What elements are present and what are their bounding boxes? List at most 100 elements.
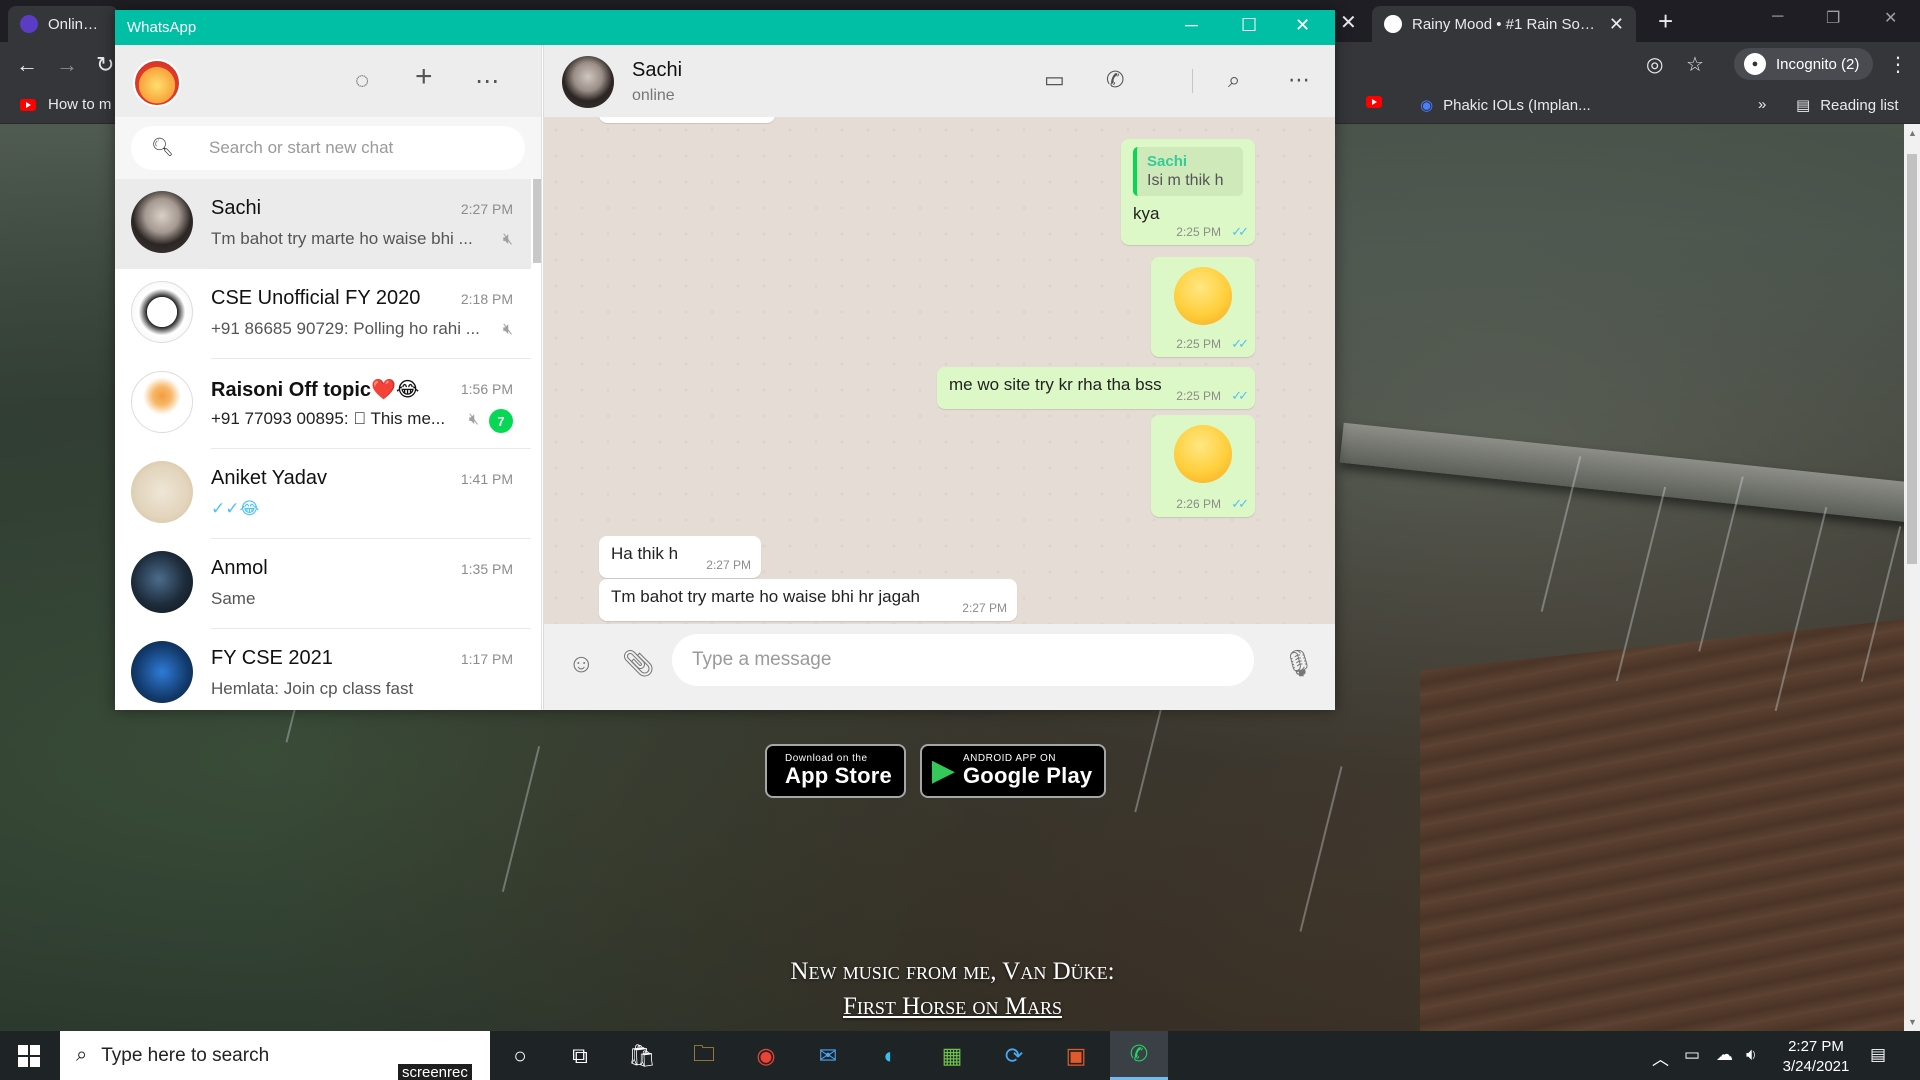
- chat-preview: Tm bahot try marte ho waise bhi ...: [211, 229, 473, 248]
- forward-arrow-icon[interactable]: →: [56, 52, 78, 78]
- mail-icon[interactable]: ✉: [810, 1038, 846, 1074]
- scroll-up-arrow-icon[interactable]: ▲: [1908, 128, 1917, 138]
- message-bubble-outgoing[interactable]: 2:25 PM ✓✓: [1151, 257, 1255, 357]
- incognito-button[interactable]: ● Incognito (2): [1734, 48, 1874, 80]
- edge-icon[interactable]: ◐: [872, 1038, 908, 1074]
- message-text: me wo site try kr rha tha bss: [949, 375, 1162, 394]
- spreadsheet-app-icon[interactable]: ▦: [934, 1038, 970, 1074]
- windows-start-icon[interactable]: [18, 1045, 40, 1067]
- minimize-icon[interactable]: ─: [1772, 8, 1783, 26]
- tab-title: Online C: [48, 15, 106, 33]
- my-profile-avatar[interactable]: [133, 59, 181, 107]
- message-area[interactable]: Sachi Isi m thik h kya 2:25 PM ✓✓ 2:25 P…: [543, 117, 1335, 624]
- search-icon: ⌕: [76, 1044, 88, 1066]
- close-tab-icon[interactable]: ✕: [1609, 14, 1624, 35]
- show-hidden-icons-icon[interactable]: ︿: [1652, 1045, 1669, 1070]
- message-time: 2:26 PM: [1176, 497, 1221, 511]
- task-view-icon[interactable]: ⧉: [562, 1038, 598, 1074]
- close-window-icon[interactable]: ✕: [1295, 15, 1310, 36]
- attach-paperclip-icon[interactable]: 📎︎: [622, 648, 655, 679]
- battery-icon[interactable]: ▭: [1684, 1045, 1700, 1065]
- promo-text: New music from me, Van Düke: First Horse…: [700, 954, 1205, 1024]
- back-arrow-icon[interactable]: ←: [16, 52, 38, 78]
- microphone-icon[interactable]: 🎙︎: [1282, 648, 1315, 679]
- chat-item-cse-unofficial[interactable]: CSE Unofficial FY 2020 2:18 PM +91 86685…: [115, 269, 531, 359]
- scrollbar-thumb[interactable]: [1907, 154, 1917, 564]
- chat-time: 1:35 PM: [460, 561, 513, 577]
- taskbar-clock[interactable]: 2:27 PM 3/24/2021: [1776, 1037, 1856, 1077]
- star-icon[interactable]: ☆: [1686, 52, 1704, 77]
- contact-avatar[interactable]: [562, 56, 614, 108]
- close-tab-icon[interactable]: ✕: [1340, 10, 1357, 35]
- chat-preview: Hemlata: Join cp class fast: [211, 679, 414, 698]
- incognito-icon: ●: [1744, 53, 1766, 75]
- new-tab-button[interactable]: +: [1658, 6, 1673, 37]
- youtube-icon: [1366, 96, 1382, 108]
- chrome-icon[interactable]: ◉: [748, 1038, 784, 1074]
- browser-tab-online-c[interactable]: Online C: [8, 6, 118, 42]
- avatar: [131, 551, 193, 613]
- chat-item-aniket-yadav[interactable]: Aniket Yadav 1:41 PM ✓✓😂: [115, 449, 531, 539]
- more-options-icon[interactable]: ⋯: [475, 67, 499, 96]
- clock-time: 2:27 PM: [1788, 1038, 1844, 1055]
- message-text: Tm bahot try marte ho waise bhi hr jagah: [611, 587, 920, 606]
- bookmark-youtube[interactable]: [1366, 96, 1394, 108]
- app-store-badge[interactable]: Download on the App Store: [765, 744, 906, 798]
- kebab-menu-icon[interactable]: ⋮: [1888, 52, 1908, 77]
- chat-time: 2:18 PM: [460, 291, 513, 307]
- chat-item-anmol[interactable]: Anmol 1:35 PM Same: [115, 539, 531, 629]
- message-bubble-partial: [599, 117, 775, 123]
- message-bubble-outgoing[interactable]: 2:26 PM ✓✓: [1151, 415, 1255, 517]
- reload-icon[interactable]: ↻: [96, 52, 114, 78]
- quoted-sender: Sachi: [1147, 153, 1188, 170]
- google-play-badge[interactable]: ▶ ANDROID APP ON Google Play: [919, 744, 1107, 798]
- chat-list-scrollbar[interactable]: [533, 179, 541, 263]
- bookmark-phakic-iols[interactable]: ◉ Phakic IOLs (Implan...: [1420, 96, 1591, 115]
- onedrive-cloud-icon[interactable]: ☁: [1716, 1045, 1733, 1065]
- maximize-icon[interactable]: ☐: [1241, 15, 1257, 36]
- message-bubble-incoming[interactable]: Tm bahot try marte ho waise bhi hr jagah…: [599, 579, 1017, 621]
- promo-link[interactable]: First Horse on Mars: [700, 989, 1205, 1024]
- cortana-icon[interactable]: ○: [502, 1038, 538, 1074]
- new-chat-plus-icon[interactable]: +: [415, 60, 433, 94]
- chat-preview: +91 86685 90729: Polling ho rahi ...: [211, 319, 480, 338]
- sync-app-icon[interactable]: ⟳: [996, 1038, 1032, 1074]
- page-scrollbar[interactable]: ▲ ▼: [1904, 124, 1920, 1031]
- chat-item-fy-cse-2021[interactable]: FY CSE 2021 1:17 PM Hemlata: Join cp cla…: [115, 629, 531, 710]
- avatar: [131, 191, 193, 253]
- file-explorer-icon[interactable]: 🗀: [686, 1038, 722, 1074]
- scroll-down-arrow-icon[interactable]: ▼: [1908, 1017, 1917, 1027]
- search-icon[interactable]: ⌕: [1228, 67, 1240, 93]
- browser-tab-rainy-mood[interactable]: Rainy Mood • #1 Rain Sound ✕: [1372, 6, 1636, 42]
- action-center-icon[interactable]: ▤: [1870, 1045, 1886, 1065]
- volume-icon[interactable]: 🔉︎: [1746, 1045, 1757, 1065]
- phone-call-icon[interactable]: ✆: [1106, 67, 1124, 93]
- badge-big-text: Google Play: [963, 763, 1093, 788]
- read-receipt-icon: ✓✓: [1231, 336, 1249, 351]
- eye-slash-icon[interactable]: ◎: [1646, 52, 1663, 77]
- bookmark-how-to[interactable]: How to m: [20, 96, 111, 113]
- chat-item-raisoni-off-topic[interactable]: Raisoni Off topic❤️😂 1:56 PM +91 77093 0…: [115, 359, 531, 449]
- message-input[interactable]: [672, 634, 1254, 686]
- message-bubble-outgoing[interactable]: me wo site try kr rha tha bss 2:25 PM ✓✓: [937, 367, 1255, 409]
- contact-name[interactable]: Sachi: [632, 59, 682, 82]
- avatar: [131, 281, 193, 343]
- search-input[interactable]: [209, 138, 509, 158]
- color-grid-app-icon[interactable]: ▣: [1058, 1038, 1094, 1074]
- message-bubble-outgoing[interactable]: Sachi Isi m thik h kya 2:25 PM ✓✓: [1121, 139, 1255, 245]
- close-window-icon[interactable]: ✕: [1884, 8, 1897, 28]
- message-bubble-incoming[interactable]: Ha thik h 2:27 PM: [599, 536, 761, 578]
- more-options-icon[interactable]: ⋯: [1288, 67, 1310, 93]
- whatsapp-taskbar-icon[interactable]: ✆: [1110, 1031, 1168, 1080]
- chat-item-sachi[interactable]: Sachi 2:27 PM Tm bahot try marte ho wais…: [115, 179, 531, 269]
- reading-list-button[interactable]: ▤ Reading list: [1796, 96, 1899, 115]
- bookmarks-overflow-button[interactable]: »: [1758, 96, 1766, 113]
- emoji-picker-icon[interactable]: ☺: [568, 648, 595, 679]
- restore-icon[interactable]: ❐: [1826, 8, 1840, 28]
- quoted-message[interactable]: Sachi Isi m thik h: [1133, 147, 1243, 196]
- avatar: [131, 371, 193, 433]
- microsoft-store-icon[interactable]: 🛍︎: [624, 1038, 660, 1074]
- status-icon[interactable]: ◌: [355, 67, 369, 95]
- minimize-icon[interactable]: ─: [1185, 15, 1198, 36]
- video-call-icon[interactable]: ▭: [1044, 67, 1065, 93]
